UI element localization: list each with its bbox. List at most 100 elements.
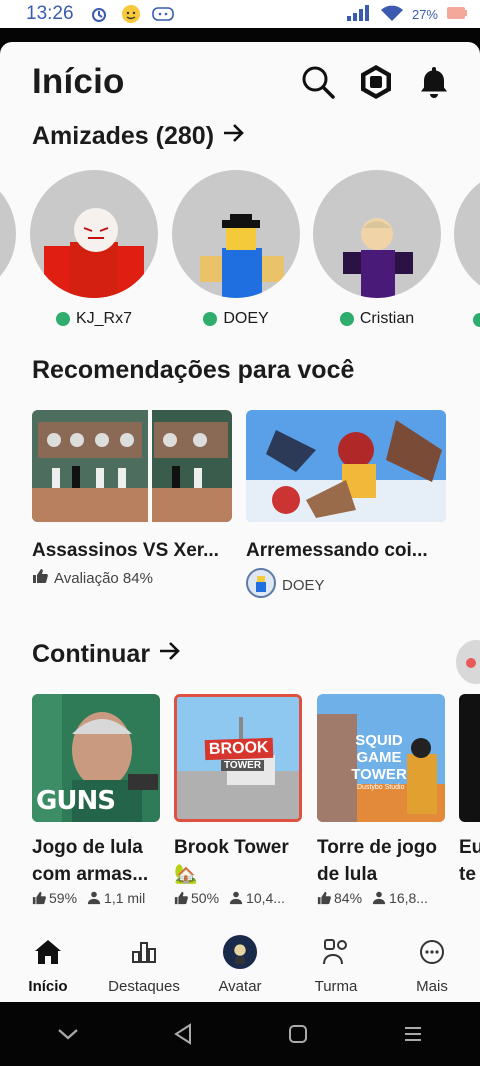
friend-item-cristian[interactable]: Cristian [313,170,441,328]
players-text: 16,8... [389,890,428,906]
recommendations-header: Recomendações para você [32,356,354,385]
game-card[interactable]: BROOK TOWER Brook Tower 🏡 50% 10,4... [174,694,302,906]
friend-avatar-partial[interactable] [454,170,480,298]
game-card[interactable]: GUNS Jogo de lula com armas... 59% 1,1 m… [32,694,160,906]
game-title: Arremessando coi... [246,540,428,561]
thumbs-up-icon [174,891,188,905]
nav-highlights[interactable]: Destaques [96,936,192,995]
arrow-right-icon [158,640,182,669]
recommendations-title: Recomendações para você [32,356,355,384]
friends-carousel: KJ_Rx7 DOEY Cristian [0,170,480,340]
avatar[interactable] [172,170,300,298]
avatar[interactable] [30,170,158,298]
bell-icon[interactable] [416,64,452,100]
continue-section-header[interactable]: Continuar [32,640,182,669]
online-status-dot [473,313,480,327]
friend-item-doey[interactable]: DOEY [172,170,300,328]
status-bar: 13:26 27% [0,0,480,28]
friends-title: Amizades (280) [32,122,215,150]
avatar-icon [222,934,258,970]
friend-name: Cristian [359,310,415,327]
system-navigation-bar [0,1002,480,1066]
nav-more[interactable]: Mais [384,936,480,995]
thumbnail-subtext: TOWER [221,760,265,771]
chevron-down-icon[interactable] [48,1014,88,1054]
app-notification-icon [151,3,174,25]
continue-title: Continuar [32,640,151,668]
rating-text: Avaliação 84% [54,569,153,587]
avatar[interactable] [313,170,441,298]
game-card[interactable]: SQUID GAME TOWER Dustybo Studio Torre de… [317,694,445,906]
game-card[interactable]: Assassinos VS Xer... Avaliação 84% [32,410,232,588]
game-title: Assassinos VS Xer... [32,540,219,561]
nav-label: Turma [314,978,358,995]
nav-label: Mais [416,978,448,995]
recent-apps-icon[interactable] [393,1014,433,1054]
friend-name: DOEY [223,310,269,327]
thumbs-up-icon [32,891,46,905]
header: Início [32,58,452,106]
page-title: Início [32,62,125,101]
back-icon[interactable] [163,1014,203,1054]
friend-avatar-partial[interactable] [0,170,16,298]
game-thumbnail[interactable] [459,694,480,822]
friends-section-header[interactable]: Amizades (280) [32,122,246,151]
nav-label: Destaques [108,978,180,995]
rating-text: 84% [334,890,363,906]
game-title: Eu te [459,837,480,885]
home-button-icon[interactable] [278,1014,318,1054]
search-icon[interactable] [300,64,336,100]
nav-label: Início [28,978,68,995]
robux-icon[interactable] [358,64,394,100]
app-screen: Início Amizades (280) KJ_Rx7 DOEY Cristi… [0,42,480,1002]
friend-item-kj-rx7[interactable]: KJ_Rx7 [30,170,158,328]
battery-percent: 27% [411,6,438,22]
game-thumbnail[interactable]: GUNS [32,694,160,822]
creator-name: DOEY [282,576,325,594]
nav-avatar[interactable]: Avatar [192,934,288,995]
game-title: Torre de jogo de lula [317,837,437,885]
app-top-edge [0,28,480,42]
players-text: 1,1 mil [104,890,146,906]
game-card[interactable]: Arremessando coi... DOEY [246,410,446,602]
game-card-partial[interactable]: Eu te [459,694,480,888]
thumbs-up-icon [317,891,331,905]
arrow-right-icon [222,122,246,151]
nav-group[interactable]: Turma [288,936,384,995]
creator-avatar [246,568,276,602]
players-icon [229,891,243,905]
online-status-dot [339,312,354,326]
bottom-navigation: Início Destaques Avatar Turma Mais [0,922,480,1002]
game-thumbnail[interactable]: SQUID GAME TOWER Dustybo Studio [317,694,445,822]
alarm-icon [88,3,110,25]
thumbnail-text: SQUID GAME TOWER [351,732,407,783]
chart-icon [126,936,162,968]
wifi-icon [380,4,404,25]
game-title: Jogo de lula com armas... [32,837,149,885]
players-text: 10,4... [246,890,285,906]
thumbnail-subtext: Dustybo Studio [357,784,405,791]
friend-name: KJ_Rx7 [75,310,133,327]
battery-icon [446,6,468,23]
rating-text: 50% [191,890,220,906]
signal-icon [346,4,372,25]
game-title: Brook Tower 🏡 [174,837,289,885]
floating-record-button[interactable] [456,640,480,684]
home-icon [30,936,66,968]
emoji-icon [120,3,142,25]
rating-text: 59% [49,890,78,906]
group-icon [318,936,354,968]
online-status-dot [55,312,70,326]
more-icon [414,936,450,968]
thumbs-up-icon [32,568,48,588]
nav-home[interactable]: Início [0,936,96,995]
game-thumbnail[interactable] [246,410,446,522]
game-thumbnail[interactable] [32,410,232,522]
game-thumbnail[interactable]: BROOK TOWER [174,694,302,822]
online-status-dot [203,312,218,326]
thumbnail-text: BROOK [204,737,273,761]
players-icon [372,891,386,905]
status-time: 13:26 [26,3,74,24]
nav-label: Avatar [218,978,262,995]
players-icon [87,891,101,905]
